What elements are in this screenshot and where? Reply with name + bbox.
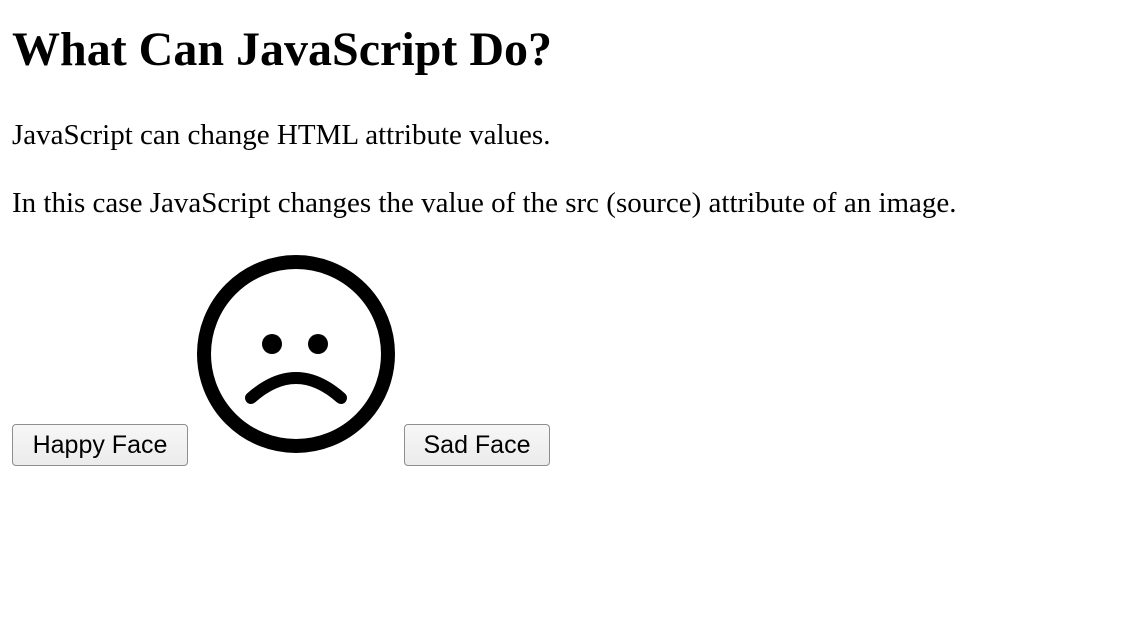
happy-face-button[interactable]: Happy Face [12,424,188,466]
page: What Can JavaScript Do? JavaScript can c… [0,0,1128,636]
face-outline [197,255,395,453]
page-title: What Can JavaScript Do? [12,23,553,76]
left-eye [262,334,282,354]
sad-face-icon [197,255,395,453]
intro-paragraph: JavaScript can change HTML attribute val… [12,119,551,151]
frown-mouth [245,372,347,404]
description-paragraph: In this case JavaScript changes the valu… [12,187,957,219]
right-eye [308,334,328,354]
sad-face-button[interactable]: Sad Face [404,424,550,466]
